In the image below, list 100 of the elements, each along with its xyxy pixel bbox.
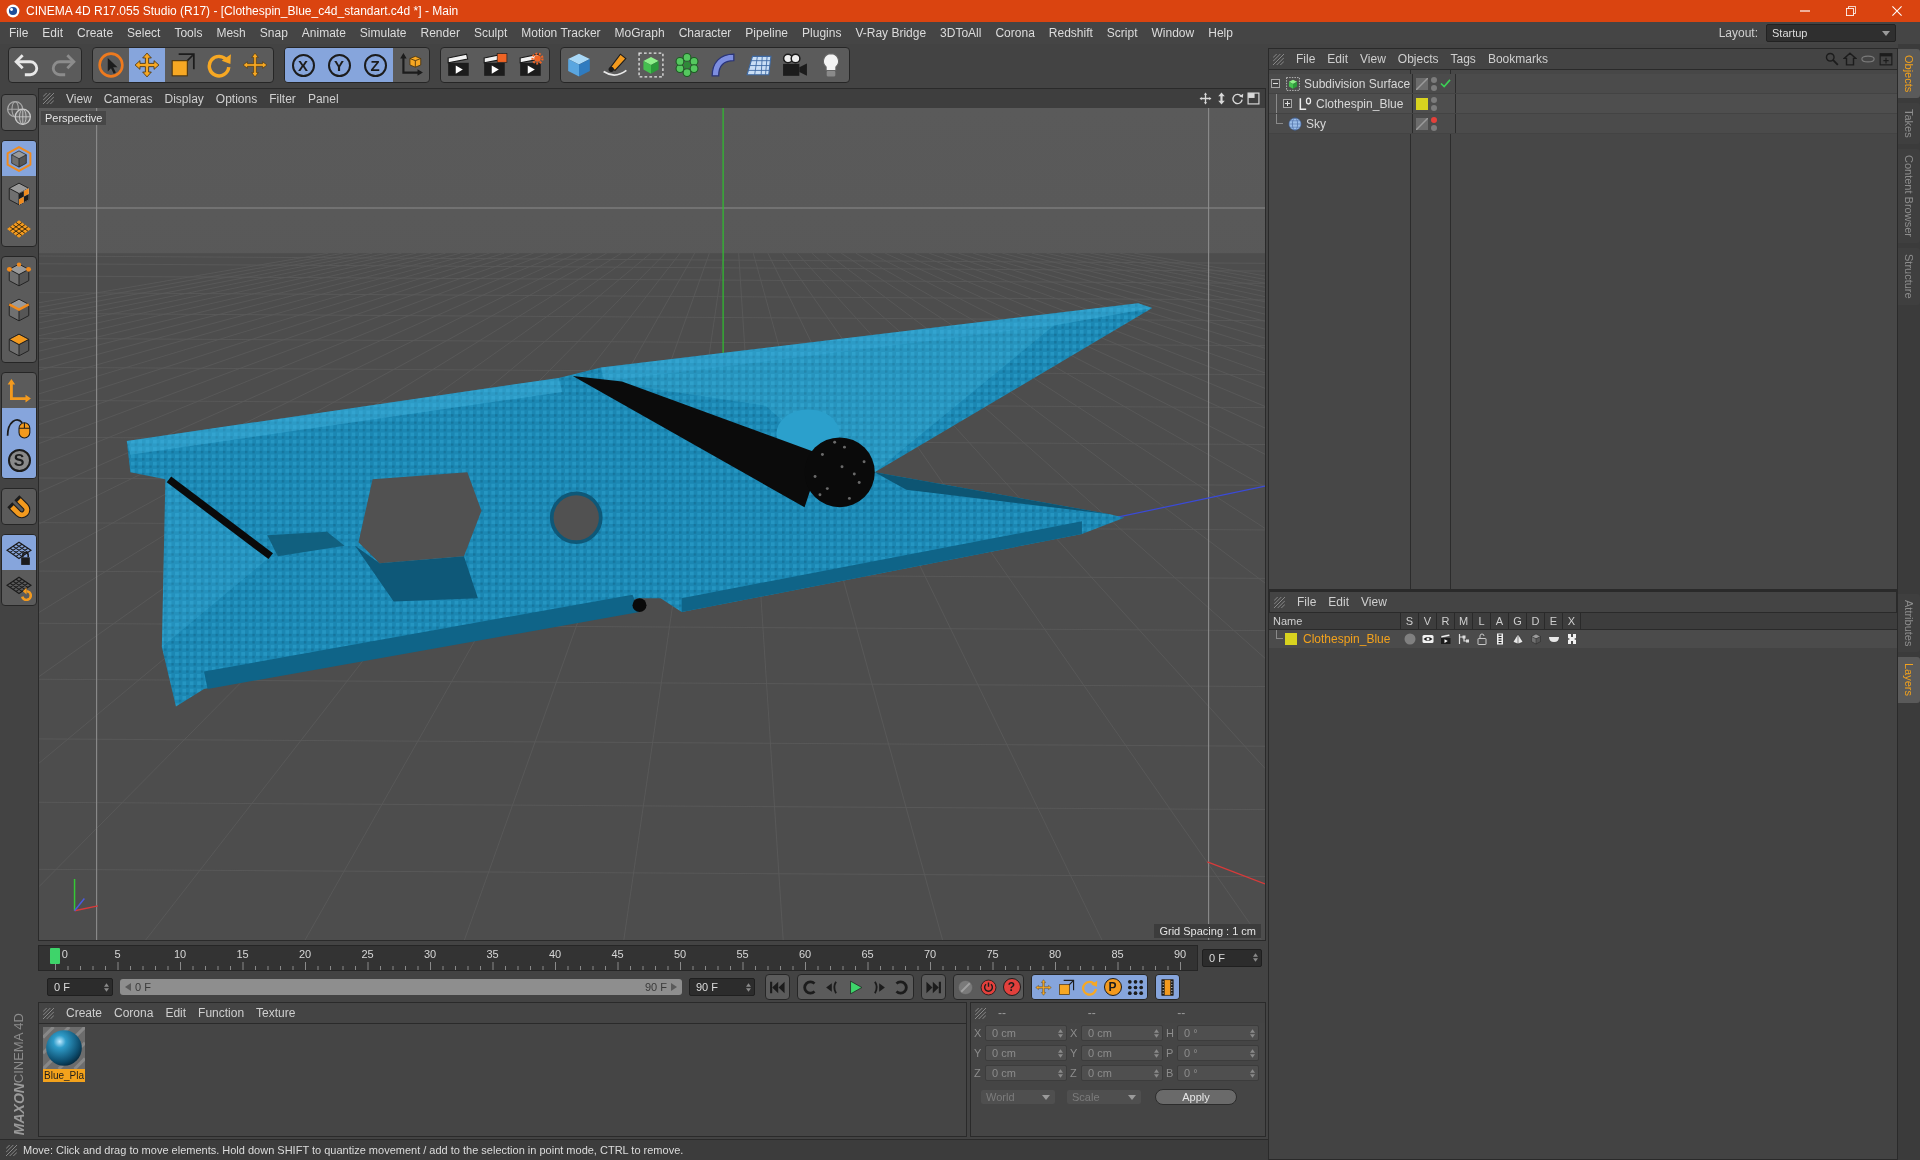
menu-item[interactable]: 3DToAll <box>933 26 989 40</box>
tweak-button[interactable] <box>2 408 36 443</box>
menu-item[interactable]: Sculpt <box>466 26 515 40</box>
left-arrow-icon[interactable] <box>125 983 131 991</box>
expand-toggle-icon[interactable] <box>1283 99 1292 108</box>
material-menu-item[interactable]: Function <box>192 1006 251 1020</box>
editor-dot-icon[interactable] <box>1431 116 1437 123</box>
menu-item[interactable]: Plugins <box>795 26 849 40</box>
layer-name[interactable]: Clothespin_Blue <box>1303 632 1391 646</box>
layer-row[interactable]: Clothespin_Blue <box>1269 630 1897 648</box>
dot-icon[interactable] <box>1404 633 1416 645</box>
timeline-window-button[interactable] <box>1156 975 1179 999</box>
panel-grip-icon[interactable] <box>43 93 54 104</box>
check-icon[interactable] <box>1440 79 1451 88</box>
object-menu-item[interactable]: Bookmarks <box>1481 52 1554 66</box>
axis-lock-button[interactable]: Z <box>357 48 393 82</box>
menu-item[interactable]: Select <box>120 26 168 40</box>
column-header[interactable]: M <box>1455 613 1473 629</box>
menu-item[interactable]: File <box>2 26 36 40</box>
menu-item[interactable]: V-Ray Bridge <box>848 26 934 40</box>
object-name[interactable]: Subdivision Surface <box>1304 76 1411 91</box>
editor-dot-icon[interactable] <box>1431 76 1437 83</box>
snap-button[interactable]: S <box>2 443 36 478</box>
padlock-icon[interactable] <box>1476 633 1488 645</box>
current-frame-field[interactable]: 0 F <box>1202 948 1262 967</box>
clothespin-drawing[interactable] <box>126 303 1153 707</box>
collapse-toggle-icon[interactable] <box>1271 79 1280 88</box>
menu-item[interactable]: Animate <box>294 26 353 40</box>
spinner-arrows-icon[interactable] <box>104 982 109 992</box>
panel-grip-icon[interactable] <box>6 1144 17 1156</box>
object-row[interactable]: Clothespin_Blue <box>1269 94 1897 114</box>
menu-item[interactable]: Mesh <box>209 26 253 40</box>
menu-item[interactable]: Simulate <box>352 26 414 40</box>
menu-item[interactable]: Create <box>70 26 121 40</box>
panel-grip-icon[interactable] <box>1273 53 1284 65</box>
menu-item[interactable]: MoGraph <box>607 26 672 40</box>
render-dot-icon[interactable] <box>1431 124 1437 131</box>
material-menu-item[interactable]: Texture <box>250 1006 302 1020</box>
axis-lock-button[interactable]: X <box>285 48 321 82</box>
object-menu-item[interactable]: View <box>1354 52 1392 66</box>
material-tile[interactable]: Blue_Pla <box>42 1027 86 1082</box>
layer-menu-item[interactable]: View <box>1355 595 1393 609</box>
column-header[interactable]: V <box>1419 613 1437 629</box>
cube-icon[interactable] <box>1530 633 1542 645</box>
hatched-square-icon[interactable] <box>1416 117 1428 130</box>
playhead-marker[interactable] <box>50 947 60 964</box>
hatched-square-icon[interactable] <box>1416 77 1428 90</box>
menu-item[interactable]: Window <box>1144 26 1202 40</box>
grid-lock-button[interactable] <box>2 535 36 570</box>
menu-item[interactable]: Edit <box>35 26 71 40</box>
viewport-menu-item[interactable]: Options <box>209 91 264 106</box>
menu-item[interactable]: Character <box>671 26 739 40</box>
menu-item[interactable]: Pipeline <box>738 26 796 40</box>
material-menu-item[interactable]: Edit <box>159 1006 193 1020</box>
spinner-arrows-icon[interactable] <box>1253 953 1258 962</box>
object-menu-item[interactable]: Objects <box>1391 52 1445 66</box>
layer-color-swatch[interactable] <box>1416 97 1428 110</box>
column-header[interactable]: E <box>1545 613 1563 629</box>
column-header[interactable]: R <box>1437 613 1455 629</box>
pyramid-icon[interactable] <box>1512 633 1524 645</box>
menu-item[interactable]: Motion Tracker <box>514 26 608 40</box>
panel-grip-icon[interactable] <box>43 1007 54 1019</box>
key-pla-button[interactable] <box>1124 975 1147 999</box>
column-header[interactable]: X <box>1563 613 1581 629</box>
menu-item[interactable]: Snap <box>252 26 295 40</box>
column-header[interactable]: L <box>1473 613 1491 629</box>
model-button[interactable] <box>2 141 36 176</box>
layer-menu-item[interactable]: File <box>1291 595 1323 609</box>
end-frame-field[interactable]: 90 F <box>689 978 755 996</box>
column-header[interactable]: S <box>1401 613 1419 629</box>
menu-item[interactable]: Redshift <box>1041 26 1100 40</box>
render-dot-icon[interactable] <box>1431 104 1437 111</box>
pan-button[interactable] <box>1199 91 1213 106</box>
menu-item[interactable]: Render <box>413 26 467 40</box>
menu-item[interactable]: Help <box>1201 26 1240 40</box>
move-button[interactable] <box>129 48 165 82</box>
viewport-menu-item[interactable]: Cameras <box>97 91 159 106</box>
column-header[interactable]: D <box>1527 613 1545 629</box>
object-name[interactable]: Sky <box>1306 116 1326 131</box>
column-header[interactable]: G <box>1509 613 1527 629</box>
start-frame-field[interactable]: 0 F <box>47 978 113 996</box>
object-row[interactable]: Subdivision Surface <box>1269 74 1897 94</box>
menu-item[interactable]: Script <box>1099 26 1145 40</box>
3d-viewport[interactable]: Perspective Grid Spacing : 1 cm <box>39 108 1265 940</box>
viewport-menu-item[interactable]: View <box>60 91 98 106</box>
menu-item[interactable]: Corona <box>988 26 1042 40</box>
cross-shape-icon[interactable] <box>1566 633 1578 645</box>
ellipse-icon[interactable] <box>1861 52 1875 66</box>
viewport-menu-item[interactable]: Display <box>158 91 210 106</box>
axis-lock-button[interactable]: Y <box>321 48 357 82</box>
object-row[interactable]: Sky <box>1269 114 1897 134</box>
object-menu-item[interactable]: File <box>1290 52 1322 66</box>
viewport-menu-item[interactable]: Panel <box>301 91 345 106</box>
film-strip-icon[interactable] <box>1494 633 1506 645</box>
material-menu-item[interactable]: Corona <box>108 1006 160 1020</box>
key-scale-button[interactable] <box>1055 975 1078 999</box>
eye-icon[interactable] <box>1422 633 1434 645</box>
key-parameter-button[interactable]: P <box>1101 975 1124 999</box>
column-header[interactable]: Name <box>1269 613 1401 629</box>
timeline-ruler[interactable]: 0 5 10 15 20 25 30 35 40 45 50 55 60 65 70 75 80 85 90 <box>38 944 1198 971</box>
